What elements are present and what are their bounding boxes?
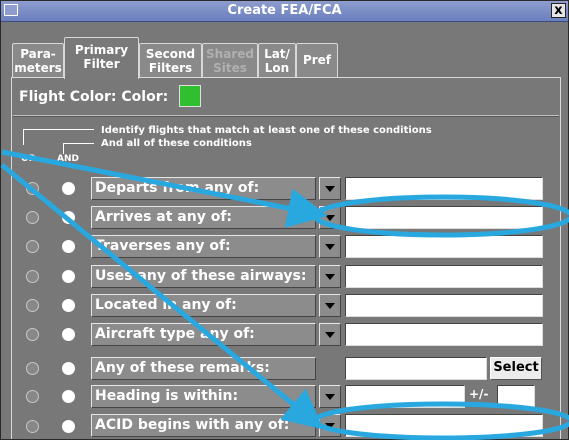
chevron-down-icon[interactable] bbox=[319, 414, 341, 437]
window-title: Create FEA/FCA bbox=[227, 3, 342, 18]
condition-remarks[interactable]: Any of these remarks: bbox=[91, 357, 316, 380]
plus-minus-label: +/- bbox=[469, 387, 489, 401]
condition-aircraft-type[interactable]: Aircraft type any of: bbox=[91, 323, 316, 346]
and-bracket-icon bbox=[63, 143, 94, 154]
and-radio[interactable] bbox=[62, 390, 75, 403]
or-column-header: OR bbox=[21, 154, 36, 164]
condition-acid[interactable]: ACID begins with any of: bbox=[91, 414, 316, 437]
or-instruction: Identify flights that match at least one… bbox=[101, 125, 432, 136]
condition-airways[interactable]: Uses any of these airways: bbox=[91, 265, 316, 288]
located-input[interactable] bbox=[345, 294, 543, 317]
create-fea-fca-window: Create FEA/FCA x Para- meters Primary Fi… bbox=[0, 0, 569, 440]
or-radio[interactable] bbox=[26, 211, 39, 224]
tab-shared-sites: Shared Sites bbox=[202, 43, 258, 77]
airways-input[interactable] bbox=[345, 265, 543, 288]
or-radio[interactable] bbox=[26, 362, 39, 375]
or-radio[interactable] bbox=[26, 420, 39, 433]
flight-color-label: Flight Color: Color: bbox=[19, 89, 169, 105]
and-radio[interactable] bbox=[62, 362, 75, 375]
condition-departs[interactable]: Departs from any of: bbox=[91, 177, 316, 200]
condition-heading[interactable]: Heading is within: bbox=[91, 385, 316, 408]
chevron-down-icon[interactable] bbox=[319, 235, 341, 258]
or-radio[interactable] bbox=[26, 390, 39, 403]
and-radio[interactable] bbox=[62, 299, 75, 312]
and-radio[interactable] bbox=[62, 240, 75, 253]
tab-pref[interactable]: Pref bbox=[296, 43, 338, 77]
chevron-down-icon[interactable] bbox=[319, 385, 341, 408]
close-button[interactable]: x bbox=[551, 3, 566, 18]
chevron-down-icon[interactable] bbox=[319, 323, 341, 346]
tab-lat-lon[interactable]: Lat/ Lon bbox=[258, 43, 296, 77]
and-instruction: And all of these conditions bbox=[101, 138, 252, 149]
select-button[interactable]: Select bbox=[490, 357, 542, 380]
condition-arrives[interactable]: Arrives at any of: bbox=[91, 206, 316, 229]
or-radio[interactable] bbox=[26, 270, 39, 283]
and-radio[interactable] bbox=[62, 420, 75, 433]
title-bar[interactable]: Create FEA/FCA x bbox=[1, 1, 568, 22]
heading-tolerance-input[interactable] bbox=[497, 385, 535, 408]
or-bracket-stem-icon bbox=[23, 129, 24, 145]
aircraft-type-input[interactable] bbox=[345, 323, 543, 346]
and-radio[interactable] bbox=[62, 328, 75, 341]
or-bracket-icon bbox=[23, 129, 94, 144]
remarks-input[interactable] bbox=[345, 357, 487, 380]
arrives-input[interactable] bbox=[345, 206, 543, 229]
chevron-down-icon[interactable] bbox=[319, 265, 341, 288]
chevron-down-icon[interactable] bbox=[319, 177, 341, 200]
and-radio[interactable] bbox=[62, 182, 75, 195]
flight-color-swatch[interactable] bbox=[179, 85, 201, 107]
chevron-down-icon[interactable] bbox=[319, 294, 341, 317]
and-radio[interactable] bbox=[62, 211, 75, 224]
condition-located[interactable]: Located in any of: bbox=[91, 294, 316, 317]
and-column-header: AND bbox=[57, 154, 79, 164]
tab-primary-filter[interactable]: Primary Filter bbox=[64, 37, 139, 79]
tab-parameters[interactable]: Para- meters bbox=[12, 43, 64, 77]
condition-traverses[interactable]: Traverses any of: bbox=[91, 235, 316, 258]
traverses-input[interactable] bbox=[345, 235, 543, 258]
or-radio[interactable] bbox=[26, 240, 39, 253]
heading-input[interactable] bbox=[345, 385, 465, 408]
divider bbox=[13, 115, 559, 117]
departs-input[interactable] bbox=[345, 177, 543, 200]
chevron-down-icon[interactable] bbox=[319, 206, 341, 229]
acid-input[interactable] bbox=[345, 414, 543, 437]
or-radio[interactable] bbox=[26, 182, 39, 195]
and-radio[interactable] bbox=[62, 270, 75, 283]
or-radio[interactable] bbox=[26, 299, 39, 312]
tab-second-filters[interactable]: Second Filters bbox=[139, 43, 202, 77]
or-radio[interactable] bbox=[26, 328, 39, 341]
